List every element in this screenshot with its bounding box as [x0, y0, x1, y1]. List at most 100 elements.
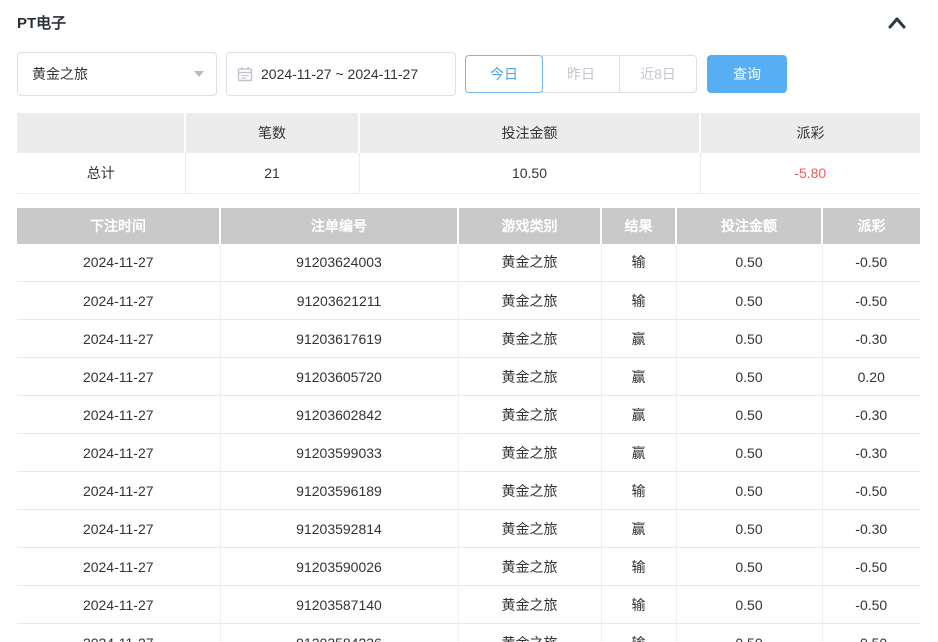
- result-cell: 赢: [601, 395, 677, 434]
- order-no-cell: 91203587140: [220, 585, 459, 624]
- game-type-cell: 黄金之旅: [458, 243, 602, 282]
- summary-header-bet-amount: 投注金额: [359, 113, 701, 153]
- summary-total-label: 总计: [17, 153, 186, 194]
- chevron-down-icon: [194, 71, 204, 77]
- table-row: 2024-11-27 91203590026 黄金之旅 输 0.50 -0.50: [17, 547, 920, 586]
- bets-header-game: 游戏类别: [458, 207, 602, 244]
- result-cell: 输: [601, 281, 677, 320]
- game-type-cell: 黄金之旅: [458, 281, 602, 320]
- bet-amount-cell: 0.50: [676, 357, 823, 396]
- payout-cell: -0.30: [822, 395, 920, 434]
- payout-cell: -0.30: [822, 509, 920, 548]
- date-range-value: 2024-11-27 ~ 2024-11-27: [261, 66, 419, 82]
- panel-header: PT电子: [17, 0, 920, 33]
- payout-cell: 0.20: [822, 357, 920, 396]
- bet-amount-cell: 0.50: [676, 471, 823, 510]
- bet-amount-cell: 0.50: [676, 319, 823, 358]
- bet-time-cell: 2024-11-27: [17, 585, 221, 624]
- payout-cell: -0.50: [822, 585, 920, 624]
- quick-range-button[interactable]: 昨日: [542, 55, 620, 93]
- result-cell: 输: [601, 623, 677, 642]
- game-type-cell: 黄金之旅: [458, 433, 602, 472]
- bet-time-cell: 2024-11-27: [17, 471, 221, 510]
- order-no-cell: 91203596189: [220, 471, 459, 510]
- game-select[interactable]: 黄金之旅: [17, 52, 217, 96]
- bets-header-row: 下注时间 注单编号 游戏类别 结果 投注金额 派彩: [17, 207, 920, 244]
- order-no-cell: 91203605720: [220, 357, 459, 396]
- bet-time-cell: 2024-11-27: [17, 395, 221, 434]
- table-row: 2024-11-27 91203621211 黄金之旅 输 0.50 -0.50: [17, 281, 920, 320]
- collapse-chevron-up-icon[interactable]: [886, 14, 920, 32]
- pt-electronic-panel: PT电子 黄金之旅 2024-11-27 ~ 2024-11-27 今日 昨日 …: [17, 0, 920, 642]
- table-row: 2024-11-27 91203592814 黄金之旅 赢 0.50 -0.30: [17, 509, 920, 548]
- game-type-cell: 黄金之旅: [458, 585, 602, 624]
- order-no-cell: 91203602842: [220, 395, 459, 434]
- bets-header-payout: 派彩: [822, 207, 920, 244]
- bet-time-cell: 2024-11-27: [17, 319, 221, 358]
- result-cell: 输: [601, 243, 677, 282]
- table-row: 2024-11-27 91203605720 黄金之旅 赢 0.50 0.20: [17, 357, 920, 396]
- payout-cell: -0.30: [822, 433, 920, 472]
- bet-amount-cell: 0.50: [676, 509, 823, 548]
- result-cell: 输: [601, 585, 677, 624]
- table-row: 2024-11-27 91203584236 黄金之旅 输 0.50 -0.50: [17, 623, 920, 642]
- bet-amount-cell: 0.50: [676, 433, 823, 472]
- summary-header-payout: 派彩: [700, 113, 920, 153]
- table-row: 2024-11-27 91203617619 黄金之旅 赢 0.50 -0.30: [17, 319, 920, 358]
- result-cell: 赢: [601, 357, 677, 396]
- game-type-cell: 黄金之旅: [458, 357, 602, 396]
- bets-header-time: 下注时间: [17, 207, 221, 244]
- payout-cell: -0.50: [822, 471, 920, 510]
- bet-time-cell: 2024-11-27: [17, 623, 221, 642]
- game-select-value: 黄金之旅: [32, 66, 88, 82]
- bets-table: 下注时间 注单编号 游戏类别 结果 投注金额 派彩 2024-11-27 912…: [17, 207, 920, 642]
- bet-amount-cell: 0.50: [676, 395, 823, 434]
- order-no-cell: 91203590026: [220, 547, 459, 586]
- bet-amount-cell: 0.50: [676, 585, 823, 624]
- payout-cell: -0.30: [822, 319, 920, 358]
- summary-header-count: 笔数: [185, 113, 360, 153]
- game-type-cell: 黄金之旅: [458, 471, 602, 510]
- table-row: 2024-11-27 91203599033 黄金之旅 赢 0.50 -0.30: [17, 433, 920, 472]
- page-title: PT电子: [17, 15, 67, 32]
- quick-range-button[interactable]: 今日: [465, 55, 543, 93]
- table-row: 2024-11-27 91203587140 黄金之旅 输 0.50 -0.50: [17, 585, 920, 624]
- payout-cell: -0.50: [822, 281, 920, 320]
- order-no-cell: 91203624003: [220, 243, 459, 282]
- game-type-cell: 黄金之旅: [458, 547, 602, 586]
- summary-total-bet-amount: 10.50: [359, 153, 701, 194]
- result-cell: 输: [601, 547, 677, 586]
- quick-range-group: 今日 昨日 近8日: [465, 55, 697, 93]
- quick-range-button[interactable]: 近8日: [619, 55, 697, 93]
- game-type-cell: 黄金之旅: [458, 623, 602, 642]
- payout-cell: -0.50: [822, 547, 920, 586]
- calendar-icon: [237, 66, 253, 82]
- order-no-cell: 91203599033: [220, 433, 459, 472]
- game-type-cell: 黄金之旅: [458, 319, 602, 358]
- date-range-input[interactable]: 2024-11-27 ~ 2024-11-27: [226, 52, 456, 96]
- bet-time-cell: 2024-11-27: [17, 547, 221, 586]
- bets-header-result: 结果: [601, 207, 677, 244]
- bet-amount-cell: 0.50: [676, 623, 823, 642]
- result-cell: 输: [601, 471, 677, 510]
- summary-total-payout: -5.80: [700, 153, 920, 194]
- bet-time-cell: 2024-11-27: [17, 433, 221, 472]
- table-row: 2024-11-27 91203596189 黄金之旅 输 0.50 -0.50: [17, 471, 920, 510]
- summary-table: 笔数 投注金额 派彩 总计 21 10.50 -5.80: [17, 113, 920, 194]
- bets-header-bet-amount: 投注金额: [676, 207, 823, 244]
- payout-cell: -0.50: [822, 623, 920, 642]
- summary-total-count: 21: [185, 153, 360, 194]
- payout-cell: -0.50: [822, 243, 920, 282]
- bet-time-cell: 2024-11-27: [17, 509, 221, 548]
- table-row: 2024-11-27 91203602842 黄金之旅 赢 0.50 -0.30: [17, 395, 920, 434]
- table-row: 2024-11-27 91203624003 黄金之旅 输 0.50 -0.50: [17, 243, 920, 282]
- order-no-cell: 91203584236: [220, 623, 459, 642]
- bet-time-cell: 2024-11-27: [17, 281, 221, 320]
- result-cell: 赢: [601, 509, 677, 548]
- summary-total-row: 总计 21 10.50 -5.80: [17, 153, 920, 194]
- summary-header-empty: [17, 113, 186, 153]
- result-cell: 赢: [601, 319, 677, 358]
- order-no-cell: 91203621211: [220, 281, 459, 320]
- bet-amount-cell: 0.50: [676, 281, 823, 320]
- search-button[interactable]: 查询: [707, 55, 787, 93]
